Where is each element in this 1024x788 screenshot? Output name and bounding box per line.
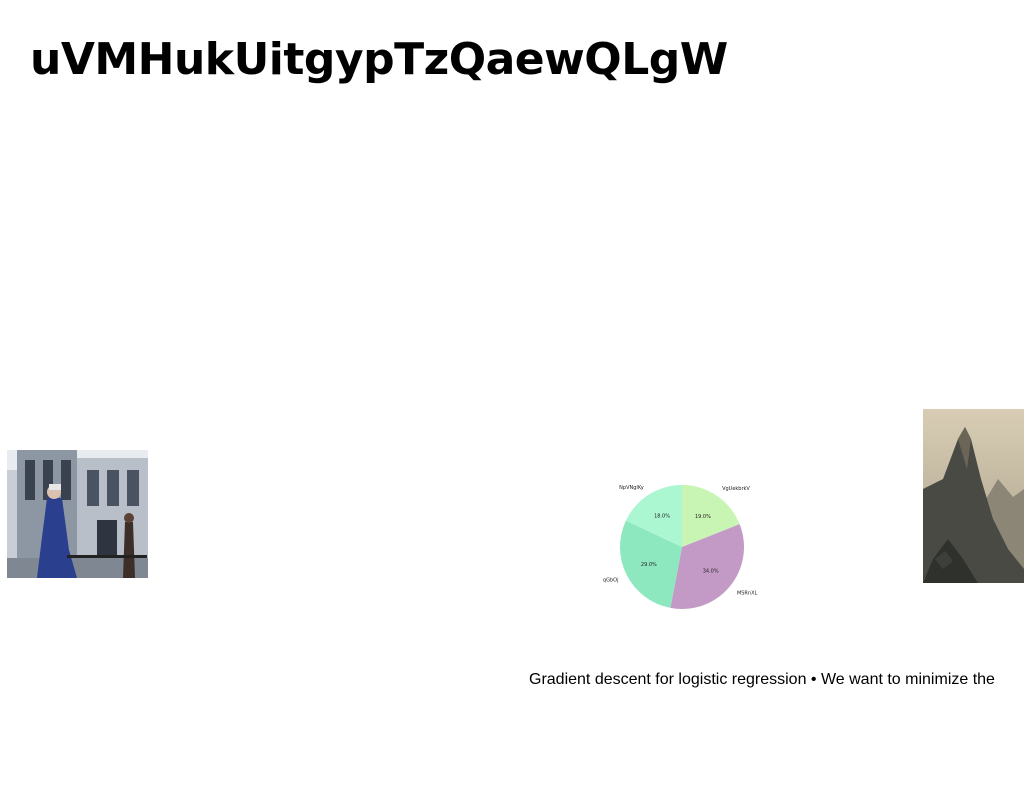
pie-percent-label: 29.0% [641, 562, 657, 568]
page-title: uVMHukUitgypTzQaewQLgW [30, 34, 728, 85]
mountain-photo-image [923, 409, 1024, 583]
pie-chart-svg: 19.0% VgUekbrkV 34.0% MSRnXL 29.0% qGbOj 18.0%… [603, 485, 758, 609]
mountain-photo [923, 409, 1024, 583]
pie-percent-label: 19.0% [695, 514, 711, 520]
caption-text: Gradient descent for logistic regression… [529, 671, 995, 688]
pie-category-label: VgUekbrkV [722, 486, 750, 492]
pie-percent-label: 18.0% [654, 514, 670, 520]
pie-percent-label: 34.0% [703, 569, 719, 575]
street-photo-image [7, 450, 148, 578]
pie-category-label: NpVNgIKy [619, 485, 644, 491]
pie-category-label: MSRnXL [737, 590, 758, 596]
street-photo [7, 450, 148, 578]
pie-category-label: qGbOj [603, 577, 619, 583]
pie-chart: 19.0% VgUekbrkV 34.0% MSRnXL 29.0% qGbOj 18.0%… [596, 466, 768, 630]
